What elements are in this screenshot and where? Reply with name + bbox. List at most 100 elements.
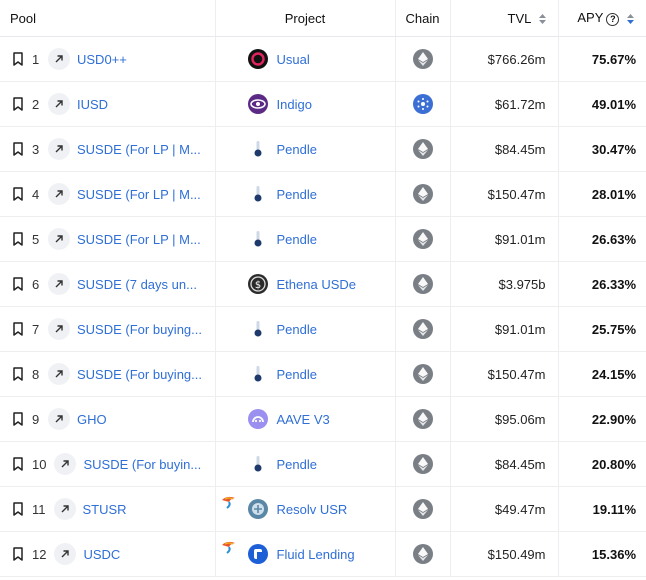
project-cell: Pendle: [215, 216, 396, 262]
external-link-icon[interactable]: [48, 93, 70, 115]
bookmark-icon[interactable]: [12, 97, 24, 111]
bookmark-icon[interactable]: [12, 367, 24, 381]
help-icon[interactable]: ?: [606, 12, 620, 26]
tvl-value: $49.47m: [450, 486, 559, 532]
sort-icon[interactable]: [538, 14, 546, 25]
pool-link[interactable]: IUSD: [77, 97, 108, 112]
ethereum-icon: [412, 139, 433, 159]
parrot-icon: [221, 495, 237, 512]
pool-cell: 9 GHO: [0, 396, 216, 442]
chain-cell: [395, 81, 451, 127]
chain-cell: [395, 486, 451, 532]
pool-link[interactable]: SUSDE (For buying...: [77, 367, 202, 382]
bookmark-icon[interactable]: [12, 322, 24, 336]
bookmark-icon[interactable]: [12, 187, 24, 201]
chain-cell: [395, 306, 451, 352]
project-link[interactable]: Pendle: [277, 232, 317, 247]
rank-number: 12: [32, 546, 47, 562]
project-cell: Pendle: [215, 171, 396, 217]
external-link-icon[interactable]: [48, 138, 70, 160]
project-cell: Indigo: [215, 81, 396, 127]
external-link-icon[interactable]: [48, 363, 70, 385]
pendle-icon: [248, 184, 268, 204]
column-header-pool: Pool: [0, 0, 216, 37]
aave-icon: [247, 409, 268, 429]
chain-cell: [395, 216, 451, 262]
external-link-icon[interactable]: [48, 183, 70, 205]
pool-link[interactable]: SUSDE (7 days un...: [77, 277, 197, 292]
pool-link[interactable]: SUSDE (For LP | M...: [77, 232, 201, 247]
apy-value: 26.33%: [558, 261, 646, 307]
project-link[interactable]: Pendle: [277, 457, 317, 472]
bookmark-icon[interactable]: [12, 502, 24, 516]
pool-cell: 1 USD0++: [0, 36, 216, 82]
chain-cell: [395, 126, 451, 172]
column-header-apy[interactable]: APY?: [558, 0, 646, 37]
bookmark-icon[interactable]: [12, 232, 24, 246]
ethereum-icon: [412, 274, 433, 294]
project-link[interactable]: Pendle: [277, 142, 317, 157]
rank-number: 11: [32, 501, 46, 517]
rank-number: 8: [32, 366, 40, 382]
apy-value: 49.01%: [558, 81, 646, 127]
rank-number: 10: [32, 456, 47, 472]
project-cell: Pendle: [215, 126, 396, 172]
external-link-icon[interactable]: [54, 453, 77, 475]
tvl-value: $150.47m: [450, 171, 559, 217]
ethereum-icon: [412, 184, 433, 204]
rank-number: 2: [32, 96, 40, 112]
table-row: 5 SUSDE (For LP | M... Pendle $91.01m 26.63%: [0, 216, 646, 262]
resolv-icon: [247, 499, 268, 519]
apy-value: 19.11%: [558, 486, 646, 532]
pool-link[interactable]: USDC: [83, 547, 120, 562]
column-header-project: Project: [215, 0, 396, 37]
project-link[interactable]: Indigo: [277, 97, 312, 112]
pool-link[interactable]: SUSDE (For LP | M...: [77, 187, 201, 202]
project-link[interactable]: Resolv USR: [277, 502, 348, 517]
column-header-chain: Chain: [395, 0, 451, 37]
pool-link[interactable]: GHO: [77, 412, 107, 427]
external-link-icon[interactable]: [48, 273, 70, 295]
project-link[interactable]: Pendle: [277, 322, 317, 337]
pool-link[interactable]: SUSDE (For buying...: [77, 322, 202, 337]
ethereum-icon: [412, 364, 433, 384]
pool-link[interactable]: USD0++: [77, 52, 127, 67]
project-link[interactable]: Usual: [277, 52, 310, 67]
ethereum-icon: [412, 454, 433, 474]
tvl-value: $61.72m: [450, 81, 559, 127]
external-link-icon[interactable]: [48, 408, 70, 430]
project-link[interactable]: AAVE V3: [277, 412, 330, 427]
project-link[interactable]: Ethena USDe: [277, 277, 357, 292]
ethereum-icon: [412, 544, 433, 564]
pool-cell: 8 SUSDE (For buying...: [0, 351, 216, 397]
external-link-icon[interactable]: [48, 228, 70, 250]
project-cell: Fluid Lending: [215, 531, 396, 577]
bookmark-icon[interactable]: [12, 52, 24, 66]
bookmark-icon[interactable]: [12, 142, 24, 156]
bookmark-icon[interactable]: [12, 412, 24, 426]
apy-value: 26.63%: [558, 216, 646, 262]
external-link-icon[interactable]: [48, 318, 70, 340]
chain-cell: [395, 36, 451, 82]
external-link-icon[interactable]: [53, 498, 76, 520]
apy-value: 75.67%: [558, 36, 646, 82]
project-link[interactable]: Pendle: [277, 187, 317, 202]
rank-number: 7: [32, 321, 40, 337]
bookmark-icon[interactable]: [12, 277, 24, 291]
project-link[interactable]: Pendle: [277, 367, 317, 382]
pool-cell: 12 USDC: [0, 531, 216, 577]
sort-desc-icon[interactable]: [627, 14, 634, 25]
external-link-icon[interactable]: [54, 543, 77, 565]
bookmark-icon[interactable]: [12, 547, 24, 561]
column-header-tvl[interactable]: TVL: [450, 0, 559, 37]
project-cell: $ Ethena USDe: [215, 261, 396, 307]
pool-link[interactable]: STUSR: [83, 502, 127, 517]
external-link-icon[interactable]: [48, 48, 70, 70]
project-link[interactable]: Fluid Lending: [277, 547, 355, 562]
bookmark-icon[interactable]: [12, 457, 24, 471]
ethereum-icon: [412, 229, 433, 249]
pool-link[interactable]: SUSDE (For buyin...: [83, 457, 201, 472]
apy-value: 30.47%: [558, 126, 646, 172]
pool-link[interactable]: SUSDE (For LP | M...: [77, 142, 201, 157]
pendle-icon: [248, 139, 268, 159]
